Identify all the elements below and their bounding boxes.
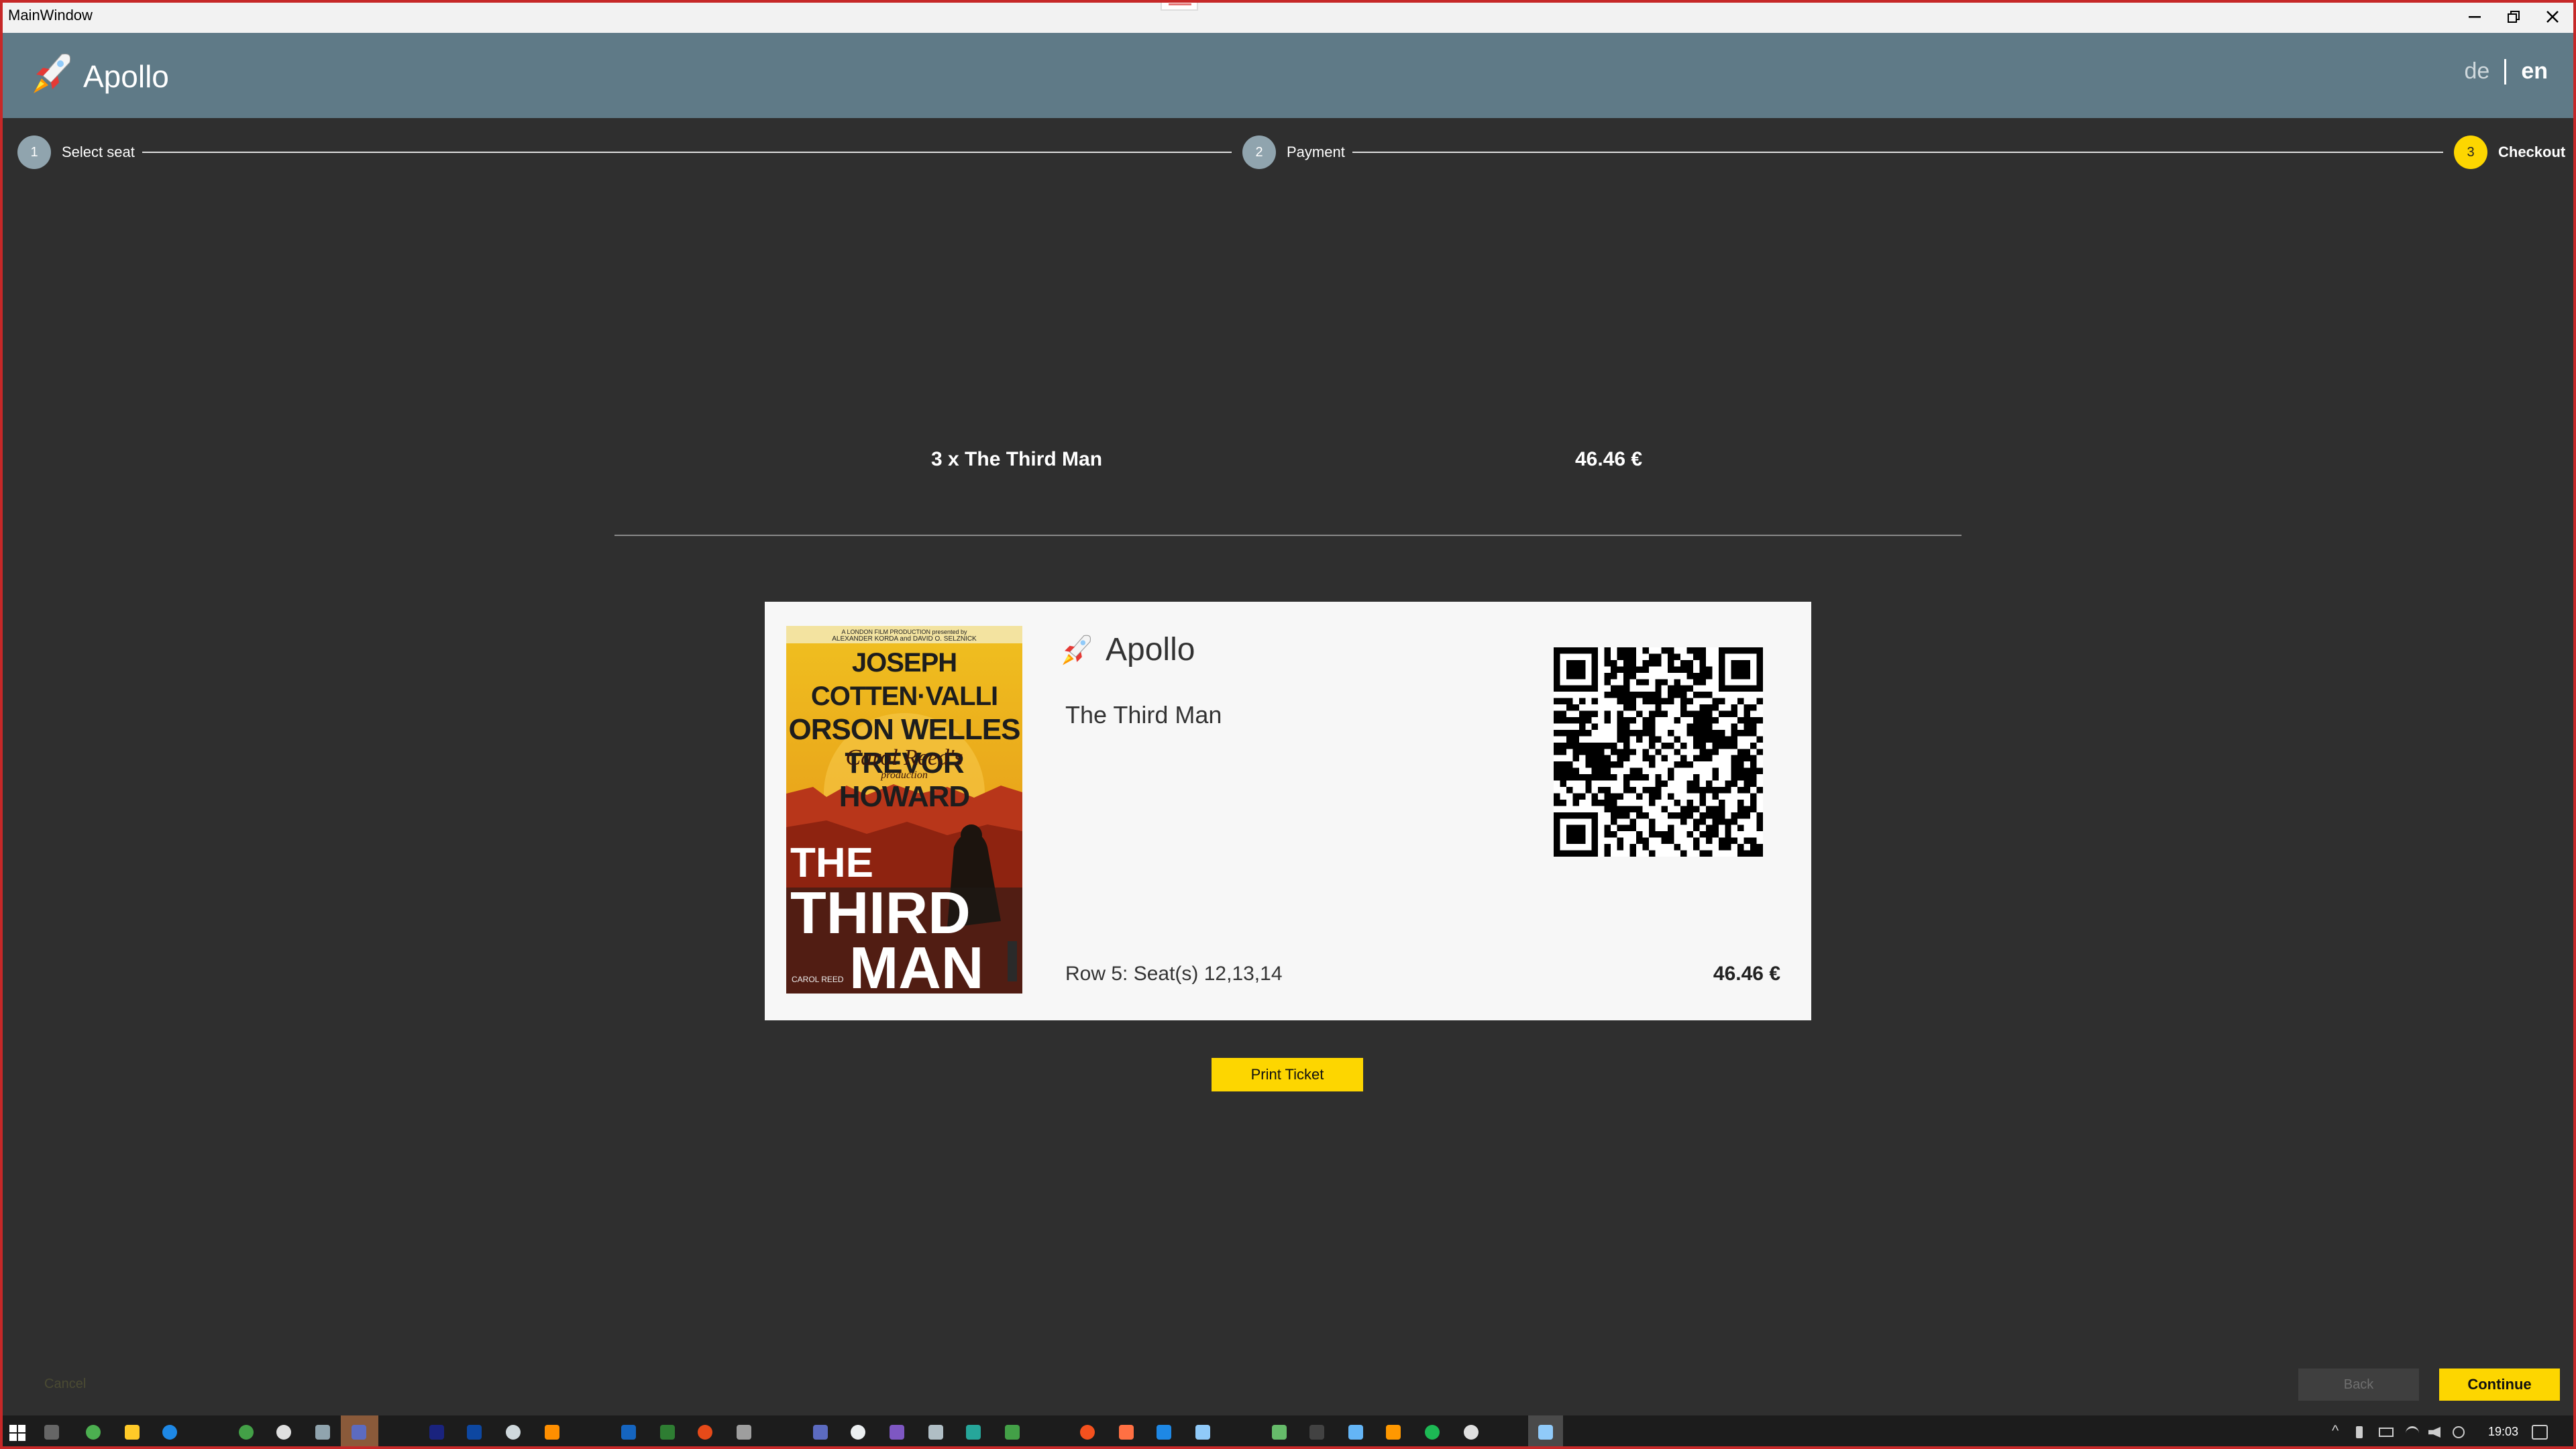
poster-production: production: [881, 769, 928, 781]
step-2-label[interactable]: Payment: [1287, 144, 1345, 161]
step-1-circle[interactable]: 1: [17, 136, 51, 169]
chrome-icon[interactable]: [276, 1425, 291, 1440]
language-en[interactable]: en: [2521, 58, 2548, 85]
start-icon[interactable]: [9, 1425, 25, 1441]
photoshop-icon[interactable]: [467, 1425, 482, 1440]
step-3-circle[interactable]: 3: [2454, 136, 2487, 169]
app-icon[interactable]: [1157, 1425, 1171, 1440]
battery-icon[interactable]: [2379, 1428, 2394, 1437]
app-icon[interactable]: [1464, 1425, 1479, 1440]
titlebar-notch: [1161, 0, 1198, 11]
poster-cast: JOSEPH COTTEN·VALLI ORSON WELLES TREVOR …: [786, 646, 1022, 814]
app-icon[interactable]: [1272, 1425, 1287, 1440]
app-icon[interactable]: [737, 1425, 751, 1440]
apollo-app-icon: [1538, 1425, 1553, 1440]
poster-script: Carol Reed's: [845, 745, 963, 770]
network-icon[interactable]: [2453, 1426, 2465, 1438]
poster-title-3: MAN: [849, 934, 984, 994]
minimize-button[interactable]: [2455, 0, 2494, 33]
ticket-price: 46.46 €: [1713, 963, 1780, 985]
spotify-icon[interactable]: [1425, 1425, 1440, 1440]
teams-icon: [352, 1425, 366, 1440]
notification-icon[interactable]: [2532, 1425, 2548, 1440]
step-1-label[interactable]: Select seat: [62, 144, 135, 161]
minimize-icon: [2469, 15, 2481, 17]
app-icon[interactable]: [1195, 1425, 1210, 1440]
window-titlebar: MainWindow: [0, 0, 2576, 33]
step-connector: [142, 152, 1232, 153]
cancel-button[interactable]: Cancel: [44, 1377, 86, 1392]
print-ticket-button[interactable]: Print Ticket: [1212, 1058, 1363, 1091]
ticket-brand: Apollo: [1106, 632, 1195, 667]
poster-cast-1: JOSEPH COTTEN·VALLI: [810, 648, 998, 711]
restore-icon: [2508, 10, 2520, 23]
app-icon[interactable]: [851, 1425, 865, 1440]
task-view-icon[interactable]: [44, 1425, 59, 1440]
app-icon[interactable]: [162, 1425, 177, 1440]
app-header: Apollo de en: [3, 33, 2573, 118]
active-task-apollo[interactable]: [1528, 1415, 1563, 1449]
lightroom-icon[interactable]: [429, 1425, 444, 1440]
word-icon[interactable]: [621, 1425, 636, 1440]
window-title: MainWindow: [8, 7, 93, 23]
poster-top-line: A LONDON FILM PRODUCTION presented by: [841, 629, 967, 635]
rocket-icon: [34, 54, 71, 93]
continue-button[interactable]: Continue: [2439, 1368, 2560, 1401]
app-icon[interactable]: [1005, 1425, 1020, 1440]
poster-title: THE THIRD MAN: [790, 841, 983, 994]
excel-icon[interactable]: [660, 1425, 675, 1440]
volume-icon[interactable]: [2428, 1427, 2440, 1438]
app-icon[interactable]: [315, 1425, 330, 1440]
powerpoint-icon[interactable]: [698, 1425, 712, 1440]
step-2-circle[interactable]: 2: [1242, 136, 1276, 169]
summary-item: 3 x The Third Man: [931, 448, 1103, 470]
language-separator: [2504, 58, 2507, 85]
language-de[interactable]: de: [2464, 58, 2489, 85]
visual-studio-icon[interactable]: [890, 1425, 904, 1440]
tray-chevron-icon[interactable]: ^: [2332, 1422, 2339, 1440]
app-icon[interactable]: [928, 1425, 943, 1440]
step-3-label[interactable]: Checkout: [2498, 144, 2565, 161]
ticket-card: A LONDON FILM PRODUCTION presented by AL…: [765, 602, 1811, 1020]
language-switcher: de en: [2464, 58, 2548, 85]
back-button[interactable]: Back: [2298, 1368, 2419, 1401]
active-task[interactable]: [341, 1415, 378, 1449]
explorer-icon[interactable]: [125, 1425, 140, 1440]
whatsapp-icon[interactable]: [239, 1425, 254, 1440]
app-icon[interactable]: [1119, 1425, 1134, 1440]
poster-credit: CAROL REED: [792, 975, 844, 984]
usb-icon[interactable]: [2356, 1426, 2363, 1438]
chrome-icon[interactable]: [86, 1425, 101, 1440]
movie-poster: A LONDON FILM PRODUCTION presented by AL…: [786, 626, 1022, 994]
restore-button[interactable]: [2494, 0, 2533, 33]
close-button[interactable]: [2533, 0, 2572, 33]
terminal-icon[interactable]: [1309, 1425, 1324, 1440]
summary-price: 46.46 €: [1575, 448, 1643, 470]
app-icon[interactable]: [966, 1425, 981, 1440]
qr-code: [1554, 647, 1763, 857]
app-icon[interactable]: [1080, 1425, 1095, 1440]
app-icon[interactable]: [506, 1425, 521, 1440]
taskbar: ^ 19:03: [0, 1415, 2576, 1449]
app-icon[interactable]: [545, 1425, 559, 1440]
rocket-icon: [1063, 635, 1091, 665]
poster-cast-2: ORSON WELLES: [788, 713, 1021, 746]
app-icon[interactable]: [813, 1425, 828, 1440]
close-icon: [2546, 10, 2559, 23]
step-connector: [1352, 152, 2443, 153]
app-icon[interactable]: [1348, 1425, 1363, 1440]
ticket-seats: Row 5: Seat(s) 12,13,14: [1065, 963, 1283, 985]
poster-title-2: THIRD: [790, 879, 971, 946]
vlc-icon[interactable]: [1386, 1425, 1401, 1440]
app-name: Apollo: [83, 59, 169, 94]
wifi-icon[interactable]: [2406, 1426, 2419, 1440]
taskbar-clock[interactable]: 19:03: [2488, 1425, 2518, 1439]
poster-top-line2: ALEXANDER KORDA and DAVID O. SELZNICK: [832, 635, 977, 643]
ticket-movie-title: The Third Man: [1065, 701, 1222, 729]
summary-divider: [614, 535, 1962, 536]
